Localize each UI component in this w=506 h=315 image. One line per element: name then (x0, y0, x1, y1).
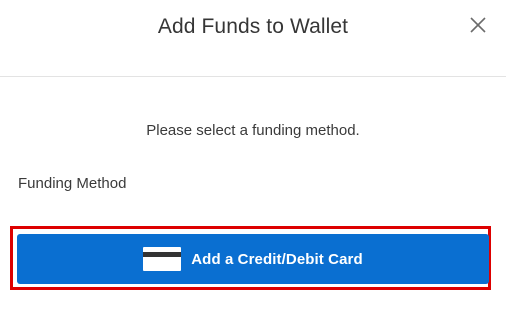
add-card-button-label: Add a Credit/Debit Card (191, 250, 363, 268)
funding-prompt: Please select a funding method. (146, 122, 360, 139)
close-button[interactable] (466, 14, 490, 38)
dialog-header: Add Funds to Wallet (0, 0, 506, 77)
close-icon (470, 17, 486, 33)
dialog-title: Add Funds to Wallet (157, 15, 349, 38)
funding-method-label: Funding Method (18, 175, 127, 192)
credit-card-icon (143, 247, 182, 271)
add-credit-debit-card-button[interactable]: Add a Credit/Debit Card (17, 234, 489, 284)
